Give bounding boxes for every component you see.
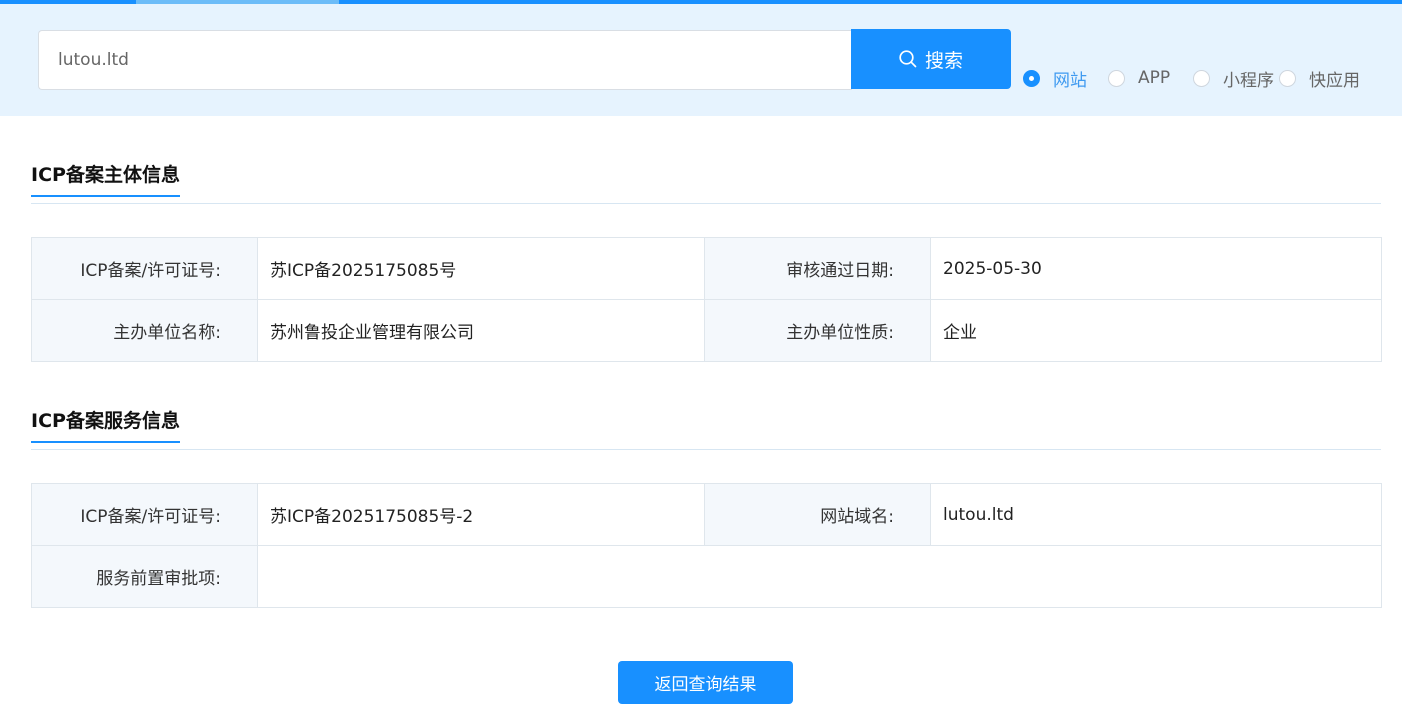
license-number-value: 苏ICP备2025175085号 (257, 237, 705, 300)
organizer-name-label: 主办单位名称: (31, 299, 258, 362)
search-band: 搜索 网站 APP 小程序 快应用 (0, 4, 1402, 116)
radio-mini-program[interactable]: 小程序 (1193, 66, 1274, 91)
radio-label: 网站 (1053, 70, 1087, 91)
service-license-label: ICP备案/许可证号: (31, 483, 258, 546)
search-input[interactable] (38, 30, 852, 90)
radio-website[interactable]: 网站 (1023, 66, 1087, 91)
radio-dot-icon[interactable] (1279, 69, 1296, 87)
search-button-label: 搜索 (924, 49, 963, 72)
section-divider (31, 203, 1381, 204)
back-to-results-button[interactable]: 返回查询结果 (618, 661, 793, 704)
radio-label: APP (1138, 68, 1171, 88)
radio-quick-app[interactable]: 快应用 (1279, 66, 1360, 91)
service-info-table: ICP备案/许可证号: 苏ICP备2025175085号-2 网站域名: lut… (31, 483, 1382, 608)
table-row: ICP备案/许可证号: 苏ICP备2025175085号-2 网站域名: lut… (31, 483, 1382, 546)
radio-label: 小程序 (1223, 70, 1274, 91)
radio-dot-icon[interactable] (1023, 69, 1040, 87)
approval-date-label: 审核通过日期: (704, 237, 931, 300)
domain-value: lutou.ltd (930, 483, 1382, 546)
organizer-type-value: 企业 (930, 299, 1382, 362)
organizer-name-value: 苏州鲁投企业管理有限公司 (257, 299, 705, 362)
approval-date-value: 2025-05-30 (930, 237, 1382, 300)
search-icon (899, 50, 917, 68)
section-divider (31, 449, 1381, 450)
radio-dot-icon[interactable] (1108, 69, 1125, 87)
pre-approval-value (257, 545, 1382, 608)
section-title-subject: ICP备案主体信息 (31, 160, 180, 197)
table-row: 服务前置审批项: (31, 545, 1382, 608)
service-license-value: 苏ICP备2025175085号-2 (257, 483, 705, 546)
license-number-label: ICP备案/许可证号: (31, 237, 258, 300)
search-button[interactable]: 搜索 (851, 29, 1011, 89)
pre-approval-label: 服务前置审批项: (31, 545, 258, 608)
organizer-type-label: 主办单位性质: (704, 299, 931, 362)
subject-info-table: ICP备案/许可证号: 苏ICP备2025175085号 审核通过日期: 202… (31, 237, 1382, 362)
domain-label: 网站域名: (704, 483, 931, 546)
table-row: 主办单位名称: 苏州鲁投企业管理有限公司 主办单位性质: 企业 (31, 299, 1382, 362)
table-row: ICP备案/许可证号: 苏ICP备2025175085号 审核通过日期: 202… (31, 237, 1382, 300)
radio-app[interactable]: APP (1108, 66, 1170, 90)
section-title-service: ICP备案服务信息 (31, 406, 180, 443)
radio-dot-icon[interactable] (1193, 69, 1210, 87)
radio-label: 快应用 (1309, 70, 1360, 91)
